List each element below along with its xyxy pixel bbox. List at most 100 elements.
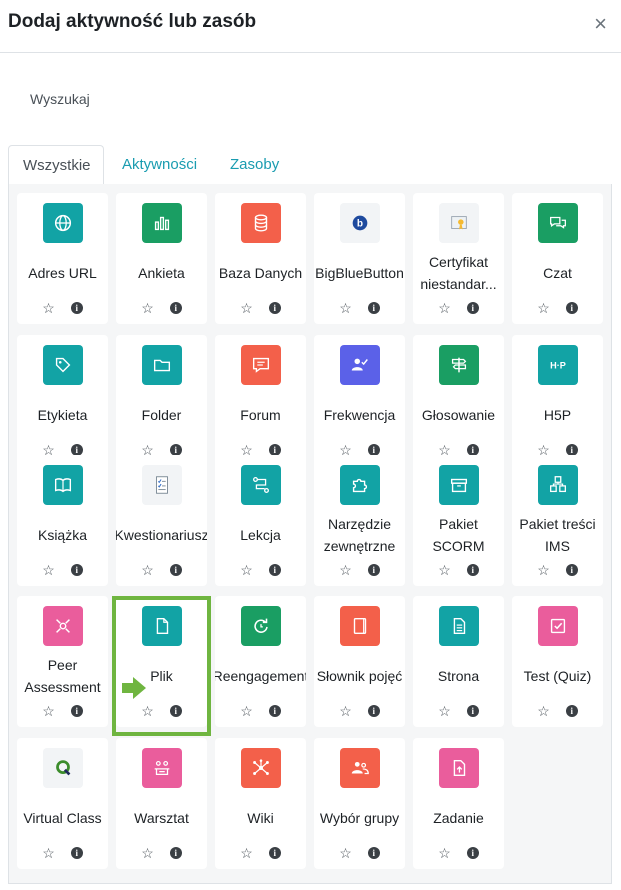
- info-icon[interactable]: i: [565, 302, 578, 314]
- activity-card-attendance[interactable]: Frekwencja ☆ i: [314, 335, 405, 466]
- star-icon[interactable]: ☆: [141, 301, 154, 315]
- info-icon[interactable]: i: [367, 564, 380, 576]
- info-icon[interactable]: i: [466, 302, 479, 314]
- star-icon[interactable]: ☆: [339, 704, 352, 718]
- star-icon[interactable]: ☆: [42, 846, 55, 860]
- info-icon[interactable]: i: [466, 705, 479, 717]
- activity-card-glossary[interactable]: Słownik pojęć ☆ i: [314, 596, 405, 727]
- activity-card-quiz[interactable]: Test (Quiz) ☆ i: [512, 596, 603, 727]
- activity-card-page[interactable]: Strona ☆ i: [413, 596, 504, 727]
- star-icon[interactable]: ☆: [42, 563, 55, 577]
- activity-card-database[interactable]: Baza Danych ☆ i: [215, 193, 306, 324]
- attendance-icon: [340, 345, 380, 385]
- info-icon[interactable]: i: [367, 705, 380, 717]
- search-input[interactable]: Wyszukaj: [30, 91, 90, 107]
- activity-name: Frekwencja: [323, 407, 396, 423]
- star-icon[interactable]: ☆: [339, 301, 352, 315]
- activity-name: Etykieta: [37, 407, 88, 423]
- activity-card-chat[interactable]: Czat ☆ i: [512, 193, 603, 324]
- folder-icon: [142, 345, 182, 385]
- info-icon[interactable]: i: [70, 847, 83, 859]
- activity-card-h5p[interactable]: H·P H5P ☆ i: [512, 335, 603, 466]
- activity-card-forum[interactable]: Forum ☆ i: [215, 335, 306, 466]
- tab-resources[interactable]: Zasoby: [216, 145, 293, 185]
- star-icon[interactable]: ☆: [240, 301, 253, 315]
- close-icon[interactable]: ×: [594, 13, 607, 35]
- activity-card-package[interactable]: Pakiet SCORM ☆ i: [413, 455, 504, 586]
- activity-name: Adres URL: [28, 265, 97, 281]
- activity-actions: ☆ i: [116, 561, 207, 579]
- activity-card-bar-chart[interactable]: Ankieta ☆ i: [116, 193, 207, 324]
- info-icon[interactable]: i: [565, 705, 578, 717]
- activity-card-wiki[interactable]: Wiki ☆ i: [215, 738, 306, 869]
- activity-card-virtual-class[interactable]: Virtual Class ☆ i: [17, 738, 108, 869]
- info-icon[interactable]: i: [268, 705, 281, 717]
- star-icon[interactable]: ☆: [438, 704, 451, 718]
- star-icon[interactable]: ☆: [537, 301, 550, 315]
- info-icon[interactable]: i: [169, 302, 182, 314]
- star-icon[interactable]: ☆: [240, 846, 253, 860]
- info-icon[interactable]: i: [466, 847, 479, 859]
- activity-card-peer-assessment[interactable]: Peer Assessment ☆ i: [17, 596, 108, 727]
- activity-card-book[interactable]: Książka ☆ i: [17, 455, 108, 586]
- activity-name: Kwestionariusz: [116, 527, 207, 543]
- info-icon[interactable]: i: [169, 705, 182, 717]
- activity-card-workshop[interactable]: Warsztat ☆ i: [116, 738, 207, 869]
- workshop-icon: [142, 748, 182, 788]
- info-icon[interactable]: i: [169, 564, 182, 576]
- star-icon[interactable]: ☆: [537, 563, 550, 577]
- activity-card-tag[interactable]: Etykieta ☆ i: [17, 335, 108, 466]
- activity-name: Warsztat: [134, 810, 189, 826]
- activity-card-reengagement[interactable]: Reengagement ☆ i: [215, 596, 306, 727]
- package-icon: [439, 465, 479, 505]
- database-icon: [241, 203, 281, 243]
- activity-card-assignment[interactable]: Zadanie ☆ i: [413, 738, 504, 869]
- info-icon[interactable]: i: [268, 564, 281, 576]
- group-choice-icon: [340, 748, 380, 788]
- info-icon[interactable]: i: [70, 564, 83, 576]
- star-icon[interactable]: ☆: [438, 301, 451, 315]
- info-icon[interactable]: i: [70, 705, 83, 717]
- star-icon[interactable]: ☆: [240, 704, 253, 718]
- star-icon[interactable]: ☆: [339, 846, 352, 860]
- activity-actions: ☆ i: [314, 299, 405, 317]
- activity-name: H5P: [543, 407, 572, 423]
- info-icon[interactable]: i: [466, 564, 479, 576]
- star-icon[interactable]: ☆: [141, 846, 154, 860]
- info-icon[interactable]: i: [367, 302, 380, 314]
- info-icon[interactable]: i: [169, 847, 182, 859]
- star-icon[interactable]: ☆: [42, 704, 55, 718]
- info-icon[interactable]: i: [268, 847, 281, 859]
- activity-card-globe[interactable]: Adres URL ☆ i: [17, 193, 108, 324]
- star-icon[interactable]: ☆: [438, 846, 451, 860]
- info-icon[interactable]: i: [70, 302, 83, 314]
- tab-activities[interactable]: Aktywności: [108, 145, 211, 185]
- star-icon[interactable]: ☆: [537, 704, 550, 718]
- info-icon[interactable]: i: [565, 564, 578, 576]
- star-icon[interactable]: ☆: [438, 563, 451, 577]
- activity-actions: ☆ i: [17, 844, 108, 862]
- activity-card-group-choice[interactable]: Wybór grupy ☆ i: [314, 738, 405, 869]
- activity-card-ims[interactable]: Pakiet treści IMS ☆ i: [512, 455, 603, 586]
- activity-card-signpost[interactable]: Głosowanie ☆ i: [413, 335, 504, 466]
- activity-actions: ☆ i: [413, 702, 504, 720]
- tab-all[interactable]: Wszystkie: [8, 145, 104, 185]
- activity-actions: ☆ i: [215, 561, 306, 579]
- activity-card-puzzle[interactable]: Narzędzie zewnętrzne ☆ i: [314, 455, 405, 586]
- star-icon[interactable]: ☆: [42, 301, 55, 315]
- star-icon[interactable]: ☆: [141, 704, 154, 718]
- activity-card-questionnaire[interactable]: Kwestionariusz ☆ i: [116, 455, 207, 586]
- star-icon[interactable]: ☆: [339, 563, 352, 577]
- activity-name: Peer Assessment: [24, 657, 101, 695]
- ims-icon: [538, 465, 578, 505]
- activity-card-certificate[interactable]: Certyfikat niestandar... ☆ i: [413, 193, 504, 324]
- info-icon[interactable]: i: [268, 302, 281, 314]
- activity-card-bigbluebutton[interactable]: b BigBlueButton ☆ i: [314, 193, 405, 324]
- star-icon[interactable]: ☆: [141, 563, 154, 577]
- info-icon[interactable]: i: [367, 847, 380, 859]
- activity-card-lesson[interactable]: Lekcja ☆ i: [215, 455, 306, 586]
- activity-card-folder[interactable]: Folder ☆ i: [116, 335, 207, 466]
- star-icon[interactable]: ☆: [240, 563, 253, 577]
- activity-card-file[interactable]: Plik ☆ i: [116, 596, 207, 727]
- arrow-right-icon: [122, 677, 146, 699]
